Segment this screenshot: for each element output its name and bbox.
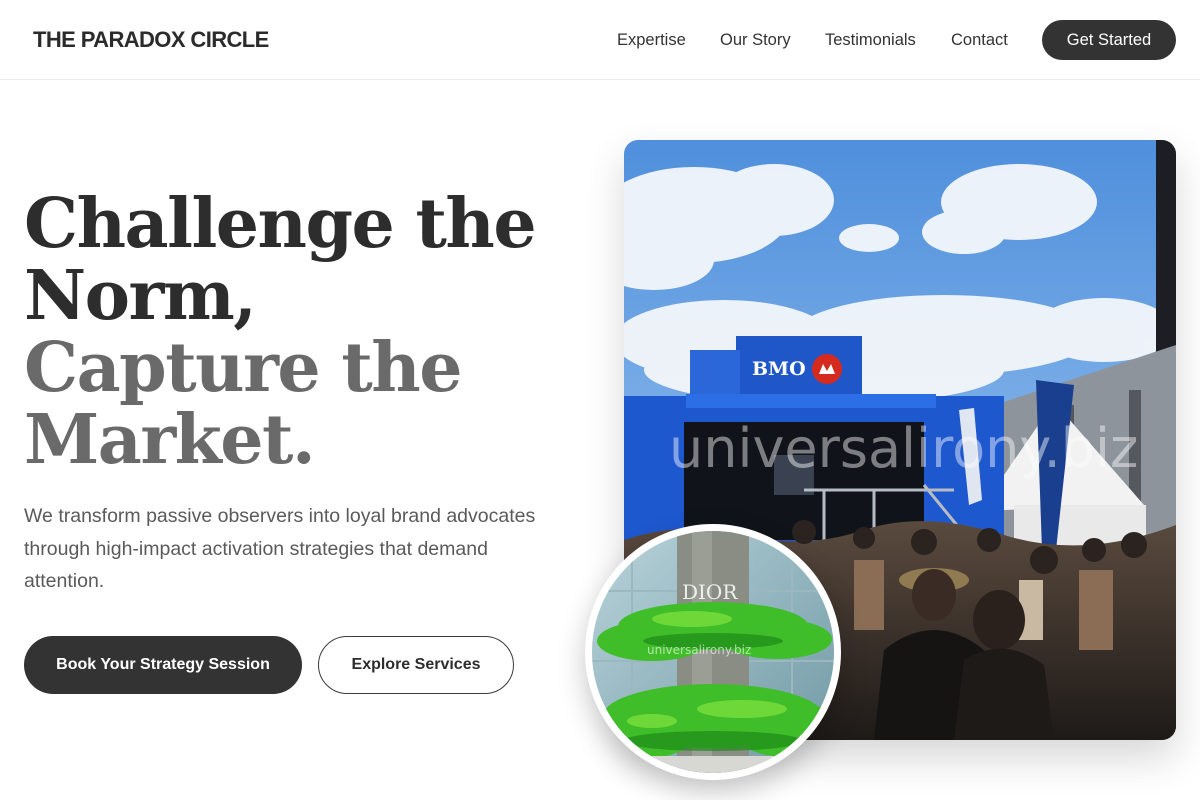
dior-installation-photo: DIOR universalirony.biz [585, 524, 841, 780]
get-started-button[interactable]: Get Started [1042, 20, 1176, 60]
nav-link-contact[interactable]: Contact [951, 30, 1008, 50]
dior-sign-text: DIOR [682, 580, 738, 604]
nav-link-expertise[interactable]: Expertise [617, 30, 686, 50]
headline-line-4: Market. [24, 400, 316, 480]
hero-headline: Challenge the Norm, Capture the Market. [24, 188, 584, 476]
dior-photo-watermark: universalirony.biz [647, 643, 751, 657]
truck-sign-text: BMO [752, 358, 806, 380]
site-header: THE PARADOX CIRCLE Expertise Our Story T… [0, 0, 1200, 80]
headline-line-2: Norm, [24, 256, 257, 336]
main-nav: Expertise Our Story Testimonials Contact [0, 30, 1200, 52]
nav-link-our-story[interactable]: Our Story [720, 30, 791, 50]
explore-services-button[interactable]: Explore Services [318, 636, 514, 694]
headline-line-3: Capture the [24, 328, 462, 408]
book-strategy-session-button[interactable]: Book Your Strategy Session [24, 636, 302, 694]
headline-line-1: Challenge the [24, 184, 537, 264]
nav-link-testimonials[interactable]: Testimonials [825, 30, 916, 50]
hero-description: We transform passive observers into loya… [24, 505, 536, 592]
event-photo-watermark: universalirony.biz [669, 417, 1138, 480]
